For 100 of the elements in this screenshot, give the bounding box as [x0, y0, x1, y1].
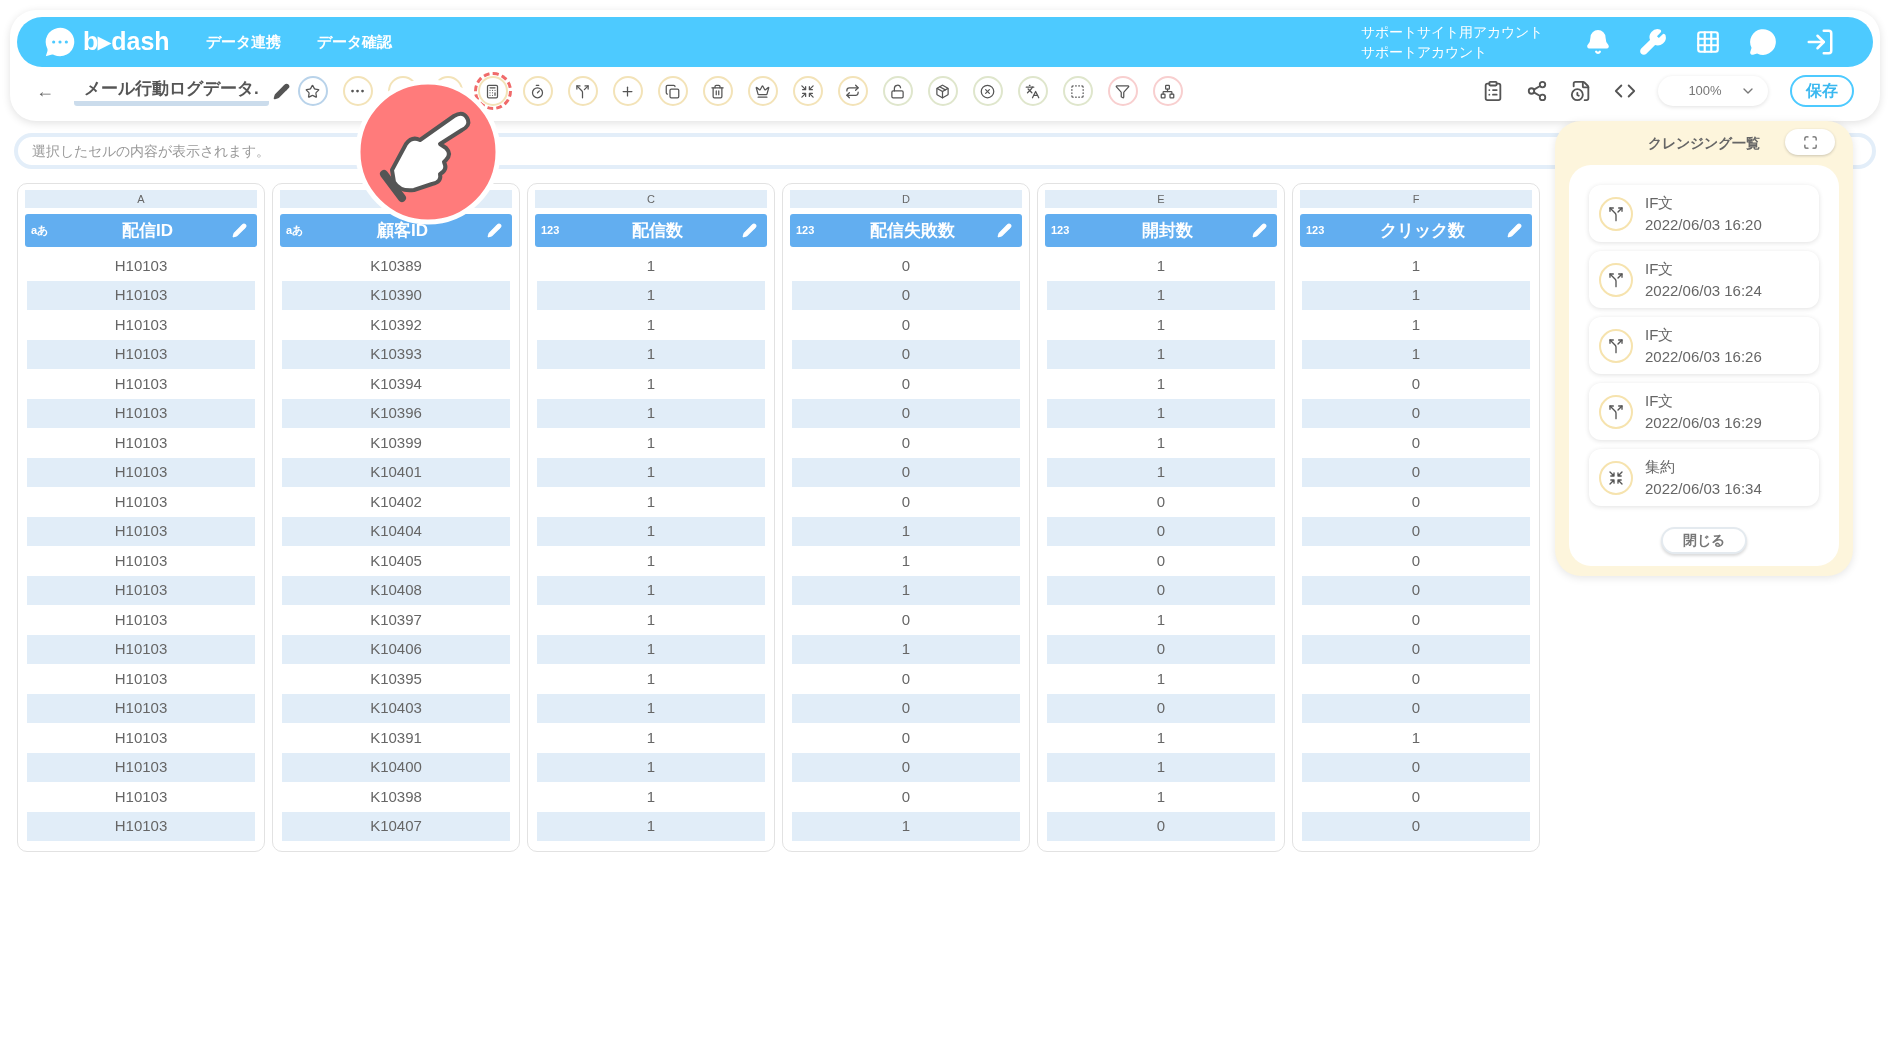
tool-button[interactable] [927, 76, 958, 106]
table-cell-text: 1 [645, 550, 657, 571]
cleansing-item[interactable]: IF文 2022/06/03 16:24 [1589, 251, 1819, 308]
edit-icon[interactable] [272, 82, 290, 100]
table-cell: 1 [1302, 280, 1530, 310]
table-cell: 0 [1302, 516, 1530, 546]
item-time: 2022/06/03 16:34 [1645, 478, 1762, 499]
table-cell: K10400 [282, 752, 510, 782]
table-cell: 1 [792, 634, 1020, 664]
expand-icon [1802, 134, 1818, 150]
table-cell: 1 [792, 575, 1020, 605]
table-cell: 0 [1302, 693, 1530, 723]
table-cell-text: H10103 [113, 727, 169, 748]
table-cell-text: 1 [645, 432, 657, 453]
box-icon [935, 83, 951, 99]
share-icon[interactable] [1526, 80, 1548, 102]
close-button[interactable]: 閉じる [1661, 527, 1747, 554]
column-type: aあ [31, 223, 50, 239]
table-cell: 1 [537, 811, 765, 841]
column-header[interactable]: 123 クリック数 [1300, 214, 1532, 247]
table-cell-text: 0 [1410, 609, 1422, 630]
item-label: IF文 [1645, 258, 1675, 279]
table-cell: 0 [792, 339, 1020, 369]
table-cell-text: 0 [1155, 550, 1167, 571]
column-type: 123 [1051, 223, 1071, 239]
table-cell-text: 0 [900, 373, 912, 394]
table-cell: 0 [1302, 752, 1530, 782]
column-header[interactable]: 123 配信数 [535, 214, 767, 247]
copy-icon [665, 83, 681, 99]
tool-button[interactable] [837, 76, 868, 106]
table-cell-text: 1 [645, 491, 657, 512]
table-cell: H10103 [27, 575, 255, 605]
table-cell-text: H10103 [113, 491, 169, 512]
table-cell: 0 [1302, 811, 1530, 841]
title-field[interactable]: メール行動ログデータ. [74, 75, 269, 107]
column-letter: C [535, 190, 767, 208]
table-cell-text: 0 [1410, 432, 1422, 453]
table-cell: 1 [1047, 752, 1275, 782]
table-cell-text: 1 [645, 373, 657, 394]
tool-button[interactable] [702, 76, 733, 106]
table-cell: K10406 [282, 634, 510, 664]
column-header[interactable]: 123 配信失敗数 [790, 214, 1022, 247]
tool-button[interactable] [567, 76, 598, 106]
back-button[interactable]: ← [36, 77, 54, 105]
table-cell-text: 1 [645, 786, 657, 807]
table-cell: 0 [1047, 516, 1275, 546]
tool-button[interactable] [1107, 76, 1138, 106]
column-header[interactable]: aあ 顧客ID [280, 214, 512, 247]
tool-button[interactable] [792, 76, 823, 106]
table-cell-text: 0 [1410, 373, 1422, 394]
tool-button[interactable] [972, 76, 1003, 106]
table-cell: 1 [537, 280, 765, 310]
table-cell-text: H10103 [113, 609, 169, 630]
save-button[interactable]: 保存 [1790, 75, 1854, 107]
table-cell: 0 [1302, 457, 1530, 487]
tool-button[interactable] [747, 76, 778, 106]
cleansing-item[interactable]: IF文 2022/06/03 16:26 [1589, 317, 1819, 374]
table-cell-text: 0 [1410, 668, 1422, 689]
table-cell-text: 1 [1155, 668, 1167, 689]
table-cell: 1 [537, 516, 765, 546]
table-cell-text: K10398 [369, 786, 423, 807]
table-cell: 0 [1302, 634, 1530, 664]
dots-icon [350, 89, 366, 93]
file-restore-icon[interactable] [1570, 80, 1592, 102]
column-type: 123 [541, 223, 561, 239]
table-cell: 0 [792, 457, 1020, 487]
tool-button[interactable] [522, 76, 553, 106]
x-circle-icon [980, 83, 996, 99]
column-header[interactable]: 123 開封数 [1045, 214, 1277, 247]
column-name: 開封数 [1141, 219, 1194, 242]
tool-button[interactable] [882, 76, 913, 106]
table-cell: K10407 [282, 811, 510, 841]
table-cell: 0 [1047, 634, 1275, 664]
tool-button[interactable] [477, 76, 508, 106]
item-time: 2022/06/03 16:24 [1645, 280, 1762, 301]
cleansing-item[interactable]: IF文 2022/06/03 16:29 [1589, 383, 1819, 440]
column-letter: A [25, 190, 257, 208]
table-cell: H10103 [27, 693, 255, 723]
table-cell: 0 [792, 752, 1020, 782]
table-cell: 0 [1047, 693, 1275, 723]
item-time: 2022/06/03 16:26 [1645, 346, 1762, 367]
cleansing-item[interactable]: IF文 2022/06/03 16:20 [1589, 185, 1819, 242]
table-cell: 1 [537, 634, 765, 664]
column-letter: D [790, 190, 1022, 208]
table-cell: 1 [1047, 280, 1275, 310]
tool-button[interactable] [1017, 76, 1048, 106]
table-cell: 0 [792, 398, 1020, 428]
zoom-select[interactable]: 100% [1658, 76, 1768, 106]
cleansing-item[interactable]: 集約 2022/06/03 16:34 [1589, 449, 1819, 506]
tool-button[interactable] [297, 76, 328, 106]
column-header[interactable]: aあ 配信ID [25, 214, 257, 247]
clipboard-icon[interactable] [1482, 80, 1504, 102]
table-cell-text: 0 [1410, 550, 1422, 571]
table-cell: 1 [1047, 339, 1275, 369]
table-cell: 1 [537, 339, 765, 369]
table-cell: 1 [537, 575, 765, 605]
table-cell: 1 [537, 693, 765, 723]
tool-button[interactable] [657, 76, 688, 106]
item-label: 集約 [1645, 456, 1676, 477]
tool-button[interactable] [1152, 76, 1183, 106]
